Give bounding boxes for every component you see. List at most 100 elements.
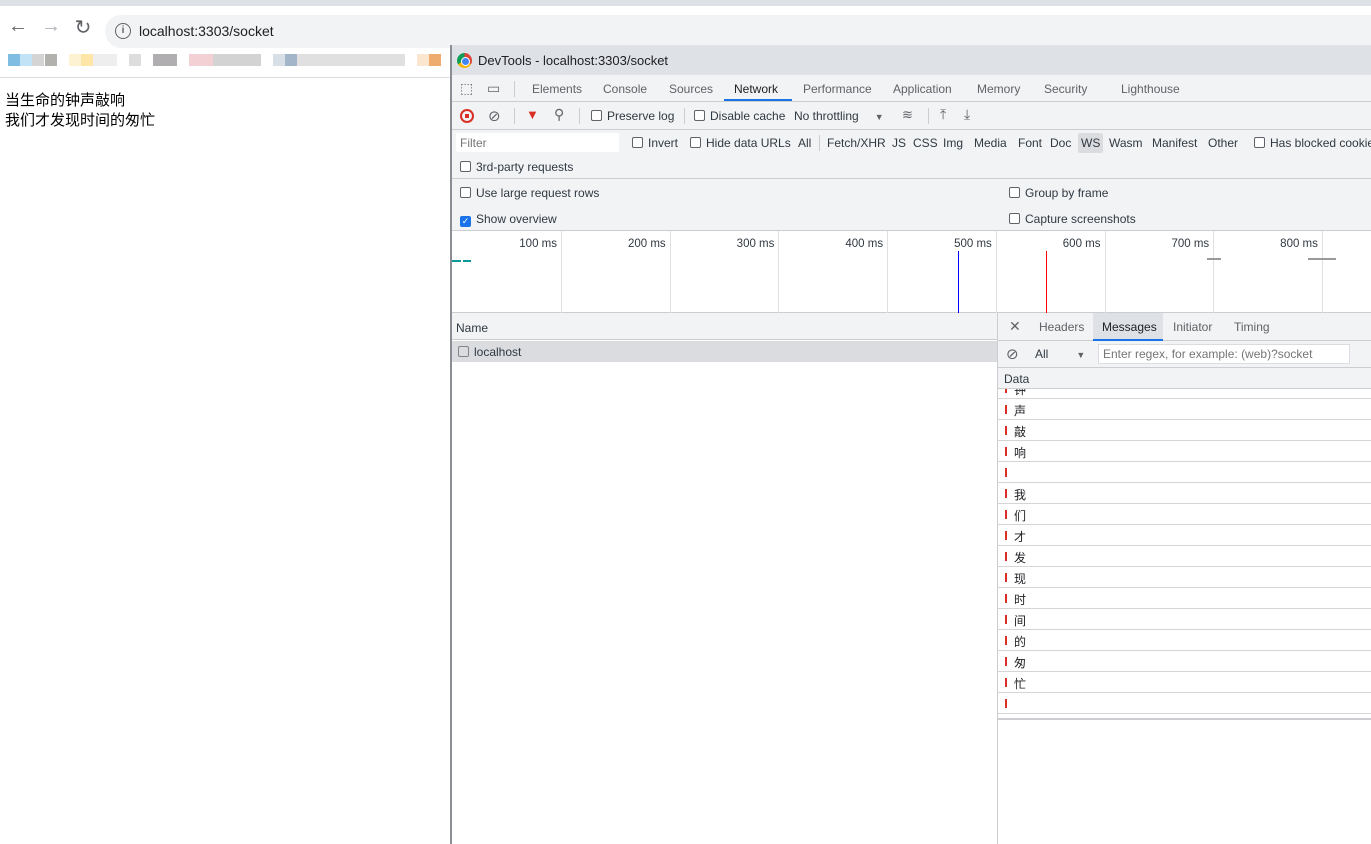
received-arrow-icon (1005, 510, 1007, 519)
preserve-log-checkbox[interactable]: Preserve log (591, 109, 674, 123)
filter-input[interactable] (456, 133, 619, 152)
page-line: 我们才发现时间的匆忙 (5, 111, 156, 129)
network-settings: Use large request rows ✓ Show overview Gr… (452, 179, 1371, 231)
clear-icon[interactable]: ⊘ (488, 107, 501, 125)
throttling-select[interactable]: No throttling ▼ (794, 109, 884, 123)
message-row[interactable]: 发 (998, 546, 1371, 567)
tab-performance[interactable]: Performance (803, 82, 872, 96)
filter-ws[interactable]: WS (1078, 133, 1104, 153)
network-conditions-icon[interactable]: ≋ (902, 107, 913, 123)
group-by-frame-checkbox[interactable]: Group by frame (1009, 186, 1108, 200)
large-rows-checkbox[interactable]: Use large request rows (460, 186, 599, 200)
invert-checkbox[interactable]: Invert (632, 136, 678, 150)
bookmarks-bar-blurred (0, 46, 450, 78)
received-arrow-icon (1005, 636, 1007, 645)
data-column-header[interactable]: Data (998, 368, 1371, 389)
message-row[interactable]: 声 (998, 399, 1371, 420)
message-data: 间 (1014, 614, 1027, 628)
search-icon[interactable]: ⚲ (554, 106, 564, 123)
message-row[interactable]: 的 (998, 630, 1371, 651)
chevron-down-icon: ▼ (874, 112, 884, 122)
message-row[interactable]: 敲 (998, 420, 1371, 441)
tab-initiator[interactable]: Initiator (1173, 320, 1212, 334)
third-party-row: 3rd-party requests (452, 155, 1371, 179)
tab-security[interactable]: Security (1044, 82, 1087, 96)
message-row[interactable]: 间 (998, 609, 1371, 630)
has-blocked-cookies-checkbox[interactable]: Has blocked cookies (1254, 136, 1371, 150)
tab-network[interactable]: Network (734, 82, 778, 96)
request-row[interactable]: localhost (452, 341, 997, 362)
message-row[interactable]: 现 (998, 567, 1371, 588)
tab-sources[interactable]: Sources (669, 82, 713, 96)
filter-css[interactable]: CSS (913, 136, 938, 150)
document-icon (458, 346, 469, 357)
tab-elements[interactable]: Elements (532, 82, 582, 96)
inspect-element-icon[interactable]: ⬚ (460, 80, 473, 97)
message-row[interactable]: 我 (998, 483, 1371, 504)
message-row[interactable]: 匆 (998, 651, 1371, 672)
message-row[interactable]: 们 (998, 504, 1371, 525)
message-row[interactable]: 时 (998, 588, 1371, 609)
capture-screenshots-checkbox[interactable]: Capture screenshots (1009, 212, 1136, 226)
device-toolbar-icon[interactable]: ▭ (487, 80, 500, 97)
tab-headers[interactable]: Headers (1039, 320, 1084, 334)
import-har-icon[interactable]: ⤒ (940, 106, 946, 123)
message-row[interactable] (998, 693, 1371, 714)
filter-icon[interactable]: ▼ (526, 107, 539, 122)
tab-console[interactable]: Console (603, 82, 647, 96)
record-icon[interactable] (460, 109, 474, 123)
message-row[interactable]: 响 (998, 441, 1371, 462)
messages-toolbar: ⊘ All ▼ (998, 341, 1371, 368)
info-icon[interactable]: i (115, 23, 131, 39)
network-overview[interactable]: 100 ms 200 ms 300 ms 400 ms 500 ms 600 ms 700 … (452, 231, 1371, 313)
filter-wasm[interactable]: Wasm (1109, 136, 1143, 150)
message-data: 才 (1014, 530, 1027, 544)
tab-application[interactable]: Application (893, 82, 952, 96)
name-column-header[interactable]: Name (452, 313, 997, 340)
filter-img[interactable]: Img (943, 136, 963, 150)
tab-timing[interactable]: Timing (1234, 320, 1270, 334)
received-arrow-icon (1005, 657, 1007, 666)
received-arrow-icon (1005, 615, 1007, 624)
received-arrow-icon (1005, 573, 1007, 582)
filter-all[interactable]: All (798, 136, 811, 150)
filter-js[interactable]: JS (892, 136, 906, 150)
filter-font[interactable]: Font (1018, 136, 1042, 150)
disable-cache-checkbox[interactable]: Disable cache (694, 109, 785, 123)
filter-media[interactable]: Media (974, 136, 1007, 150)
message-row[interactable] (998, 462, 1371, 483)
forward-icon[interactable]: → (39, 15, 63, 38)
message-data: 敲 (1014, 425, 1027, 439)
address-bar[interactable]: i localhost:3303/socket (105, 15, 1371, 48)
grid-line (1213, 231, 1215, 313)
clear-messages-icon[interactable]: ⊘ (1006, 345, 1019, 363)
regex-filter-input[interactable] (1098, 344, 1350, 364)
websocket-bar (1207, 258, 1221, 260)
third-party-checkbox[interactable]: 3rd-party requests (460, 160, 573, 174)
message-row[interactable]: 忙 (998, 672, 1371, 693)
close-icon[interactable]: ✕ (1009, 318, 1021, 335)
message-type-select[interactable]: All ▼ (1035, 347, 1085, 361)
back-icon[interactable]: ← (6, 15, 30, 38)
tab-messages[interactable]: Messages (1102, 320, 1157, 334)
filter-doc[interactable]: Doc (1050, 136, 1071, 150)
message-row[interactable]: 才 (998, 525, 1371, 546)
received-arrow-icon (1005, 531, 1007, 540)
tick-label: 300 ms (736, 238, 775, 250)
received-arrow-icon (1005, 426, 1007, 435)
filter-other[interactable]: Other (1208, 136, 1238, 150)
message-data: 响 (1014, 446, 1027, 460)
tab-memory[interactable]: Memory (977, 82, 1020, 96)
messages-list: 钟声敲响我们才发现时间的匆忙 (998, 389, 1371, 720)
message-data: 发 (1014, 551, 1027, 565)
show-overview-checkbox[interactable]: ✓ Show overview (460, 212, 557, 227)
filter-fetch-xhr[interactable]: Fetch/XHR (827, 136, 886, 150)
export-har-icon[interactable]: ⤓ (964, 106, 970, 123)
load-event-line (1046, 251, 1047, 313)
grid-line (669, 231, 671, 313)
tab-lighthouse[interactable]: Lighthouse (1121, 82, 1180, 96)
reload-icon[interactable]: ↻ (71, 15, 95, 40)
filter-manifest[interactable]: Manifest (1152, 136, 1197, 150)
message-row[interactable]: 钟 (998, 389, 1371, 399)
hide-data-urls-checkbox[interactable]: Hide data URLs (690, 136, 791, 150)
